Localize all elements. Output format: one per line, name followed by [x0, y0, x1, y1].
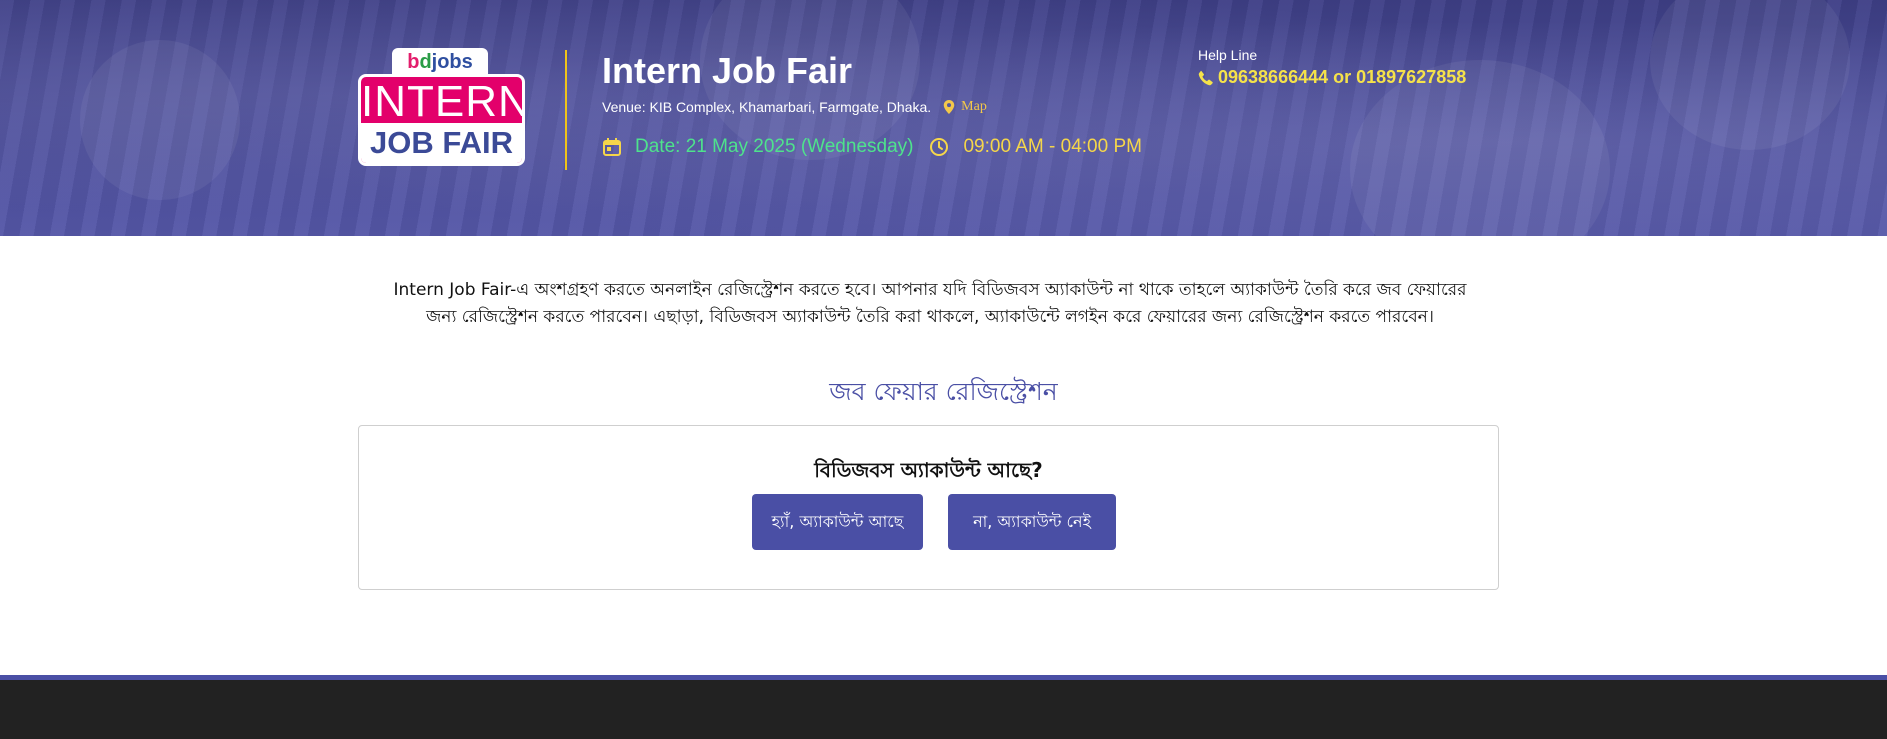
calendar-icon [603, 138, 621, 156]
date-time-line: Date: 21 May 2025 (Wednesday) 09:00 AM -… [602, 136, 1142, 158]
page-title: Intern Job Fair [602, 50, 853, 91]
logo-card: INTERN JOB FAIR [358, 74, 525, 166]
venue-text: Venue: KIB Complex, Khamarbari, Farmgate… [602, 99, 932, 115]
background-crowd [1650, 0, 1850, 150]
help-line-phones[interactable]: 09638666444 or 01897627858 [1198, 67, 1466, 88]
has-account-button[interactable]: হ্যাঁ, অ্যাকাউন্ট আছে [752, 494, 923, 550]
hero-banner: bdjobs INTERN JOB FAIR Intern Job Fair V… [0, 0, 1887, 236]
help-line-numbers[interactable]: 09638666444 or 01897627858 [1218, 67, 1466, 88]
bdjobs-logo: bdjobs [392, 48, 488, 76]
account-question: বিডিজবস অ্যাকাউন্ট আছে? [814, 458, 1043, 482]
intern-job-fair-logo[interactable]: bdjobs INTERN JOB FAIR [358, 48, 525, 166]
registration-title: জব ফেয়ার রেজিস্ট্রেশন [829, 377, 1058, 406]
help-line-label: Help Line [1198, 47, 1258, 63]
intro-text: Intern Job Fair-এ অংশগ্রহণ করতে অনলাইন র… [393, 280, 1467, 327]
header-divider [565, 50, 567, 170]
phone-icon [1198, 70, 1213, 85]
account-question-panel: বিডিজবস অ্যাকাউন্ট আছে? হ্যাঁ, অ্যাকাউন্… [358, 425, 1499, 590]
map-pin-icon [943, 100, 955, 114]
no-account-button[interactable]: না, অ্যাকাউন্ট নেই [948, 494, 1116, 550]
event-date: Date: 21 May 2025 (Wednesday) [635, 136, 914, 157]
logo-line-job-fair: JOB FAIR [361, 123, 522, 163]
background-crowd [80, 40, 240, 200]
clock-icon [930, 138, 949, 156]
map-link[interactable]: Map [961, 99, 987, 115]
help-line: Help Line 09638666444 or 01897627858 [1198, 47, 1466, 88]
footer [0, 680, 1887, 739]
venue-line: Venue: KIB Complex, Khamarbari, Farmgate… [602, 99, 987, 115]
logo-line-intern: INTERN [361, 77, 525, 126]
event-time: 09:00 AM - 04:00 PM [963, 136, 1142, 157]
